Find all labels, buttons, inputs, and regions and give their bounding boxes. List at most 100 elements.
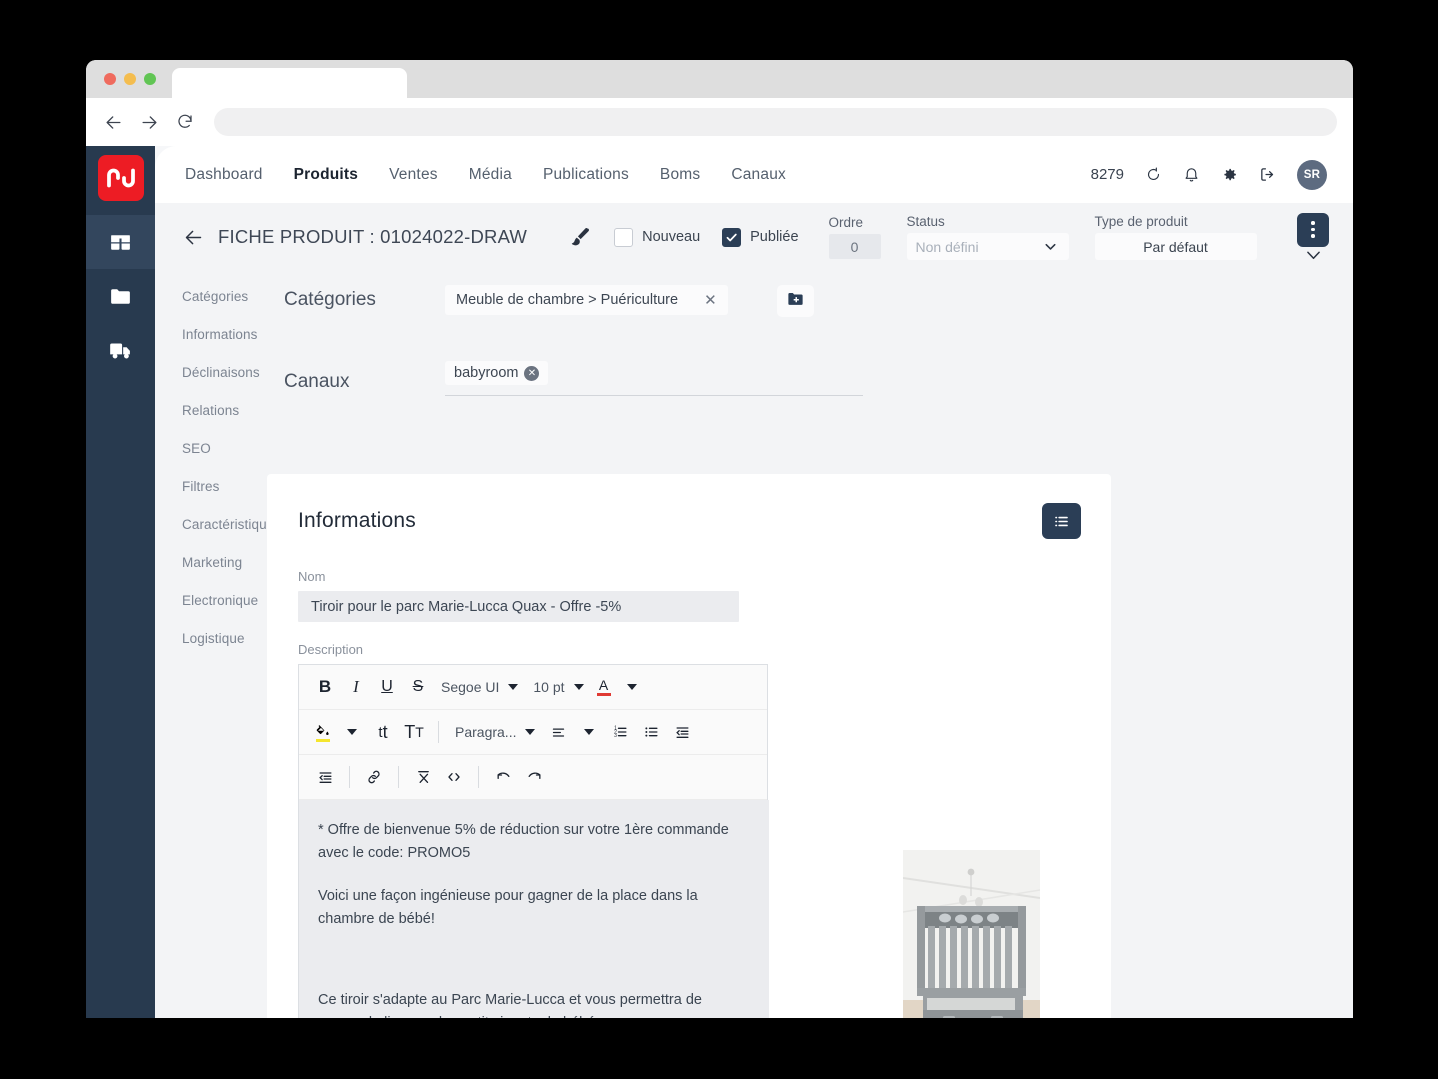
align-icon[interactable] (544, 717, 572, 747)
paragraph-style-select[interactable]: Paragra... (449, 717, 541, 747)
fill-color-icon[interactable] (311, 717, 335, 747)
text-color-dropdown[interactable] (618, 672, 646, 702)
redo-icon[interactable] (520, 762, 548, 792)
nom-input[interactable] (298, 591, 739, 622)
fill-color-dropdown[interactable] (338, 717, 366, 747)
browser-window: Dashboard Produits Ventes Média Publicat… (86, 60, 1353, 1018)
page-actions (1297, 212, 1329, 262)
gear-icon[interactable] (1221, 166, 1238, 183)
nouveau-checkbox-group[interactable]: Nouveau (614, 227, 700, 247)
paragraph-style-value: Paragra... (455, 724, 517, 740)
section-menu-item-filtres[interactable]: Filtres (182, 479, 267, 494)
section-menu-item-informations[interactable]: Informations (182, 327, 267, 342)
chevron-down-icon (1042, 238, 1059, 255)
close-icon[interactable]: ✕ (704, 293, 717, 308)
svg-text:3: 3 (614, 733, 617, 739)
arrow-right-icon[interactable] (138, 111, 160, 133)
more-vertical-icon[interactable] (1297, 212, 1329, 247)
section-menu: Catégories Informations Déclinaisons Rel… (155, 271, 281, 1018)
close-window-button[interactable] (104, 73, 116, 85)
toolbar-divider (438, 721, 439, 743)
section-menu-item-logistique[interactable]: Logistique (182, 631, 267, 646)
toolbar-divider (398, 766, 399, 788)
link-icon[interactable] (360, 762, 388, 792)
url-input[interactable] (214, 108, 1337, 136)
back-button[interactable] (183, 227, 204, 248)
truck-icon (108, 337, 134, 363)
underline-button[interactable]: U (373, 672, 401, 702)
nav-link-media[interactable]: Média (469, 166, 512, 184)
canaux-label: Canaux (284, 371, 350, 392)
increase-font-size-icon[interactable]: tt (369, 717, 397, 747)
nav-link-produits[interactable]: Produits (294, 166, 358, 184)
outdent-icon[interactable] (668, 717, 696, 747)
category-chip-label: Meuble de chambre > Puériculture (456, 292, 679, 308)
app-logo[interactable] (97, 155, 144, 201)
nav-link-ventes[interactable]: Ventes (389, 166, 438, 184)
section-menu-item-caracteristiques[interactable]: Caractéristiques (182, 517, 281, 532)
publiee-checkbox[interactable] (722, 227, 742, 247)
publiee-checkbox-group[interactable]: Publiée (722, 227, 799, 247)
source-code-icon[interactable] (440, 762, 468, 792)
status-label: Status (906, 214, 945, 229)
paint-brush-icon[interactable] (567, 225, 592, 250)
reload-icon[interactable] (174, 111, 196, 133)
browser-tab[interactable] (172, 68, 407, 98)
text-color-swatch (596, 692, 611, 696)
section-menu-item-categories[interactable]: Catégories (182, 289, 267, 304)
decrease-font-size-icon[interactable]: TT (400, 717, 428, 747)
font-family-select[interactable]: Segoe UI (435, 672, 524, 702)
sidebar-item-shipping[interactable] (86, 323, 155, 377)
description-body[interactable]: * Offre de bienvenue 5% de réduction sur… (299, 800, 769, 1018)
nav-link-boms[interactable]: Boms (660, 166, 700, 184)
strikethrough-button[interactable]: S (404, 672, 432, 702)
section-menu-item-marketing[interactable]: Marketing (182, 555, 267, 570)
section-menu-item-relations[interactable]: Relations (182, 403, 267, 418)
section-menu-item-declinaisons[interactable]: Déclinaisons (182, 365, 267, 380)
refresh-icon[interactable] (1145, 166, 1162, 183)
content-column: Catégories Meuble de chambre > Puéricult… (267, 271, 1353, 1018)
minimize-window-button[interactable] (124, 73, 136, 85)
canal-chip[interactable]: babyroom ✕ (445, 361, 549, 385)
chevron-down-icon (584, 729, 595, 735)
align-dropdown[interactable] (575, 717, 603, 747)
section-menu-item-electronique[interactable]: Electronique (182, 593, 267, 608)
ordre-input[interactable] (828, 234, 881, 259)
status-select[interactable]: Non défini (906, 233, 1069, 260)
status-value: Non défini (915, 238, 979, 255)
chevron-down-icon[interactable] (1304, 249, 1323, 262)
undo-icon[interactable] (489, 762, 517, 792)
nouveau-checkbox[interactable] (614, 227, 634, 247)
nav-link-dashboard[interactable]: Dashboard (185, 166, 263, 184)
editor-toolbar-row-1: B I U S Segoe UI 10 pt A (299, 665, 767, 710)
maximize-window-button[interactable] (144, 73, 156, 85)
category-chip[interactable]: Meuble de chambre > Puériculture ✕ (445, 285, 728, 315)
list-icon[interactable] (1042, 503, 1081, 539)
nav-link-publications[interactable]: Publications (543, 166, 629, 184)
folder-icon (108, 284, 133, 309)
indent-icon[interactable] (311, 762, 339, 792)
text-color-button[interactable]: A (593, 672, 615, 702)
type-de-produit-select[interactable]: Par défaut (1094, 233, 1257, 260)
logout-icon[interactable] (1259, 166, 1276, 183)
main-panel: Dashboard Produits Ventes Média Publicat… (155, 146, 1353, 1018)
add-category-button[interactable] (776, 285, 814, 317)
section-menu-item-seo[interactable]: SEO (182, 441, 267, 456)
bell-icon[interactable] (1183, 166, 1200, 183)
canaux-input-field[interactable]: babyroom ✕ (445, 361, 863, 396)
product-image[interactable] (903, 850, 1040, 1018)
bulleted-list-icon[interactable] (637, 717, 665, 747)
sidebar-item-files[interactable] (86, 269, 155, 323)
close-icon[interactable]: ✕ (524, 365, 540, 381)
clear-format-icon[interactable] (409, 762, 437, 792)
font-size-select[interactable]: 10 pt (527, 672, 589, 702)
font-family-value: Segoe UI (441, 679, 500, 695)
nav-link-canaux[interactable]: Canaux (731, 166, 786, 184)
arrow-left-icon[interactable] (102, 111, 124, 133)
sidebar-item-products[interactable] (86, 215, 155, 269)
bold-button[interactable]: B (311, 672, 339, 702)
numbered-list-icon[interactable]: 123 (606, 717, 634, 747)
chevron-down-icon (626, 684, 637, 690)
italic-button[interactable]: I (342, 672, 370, 702)
avatar[interactable]: SR (1297, 159, 1327, 190)
